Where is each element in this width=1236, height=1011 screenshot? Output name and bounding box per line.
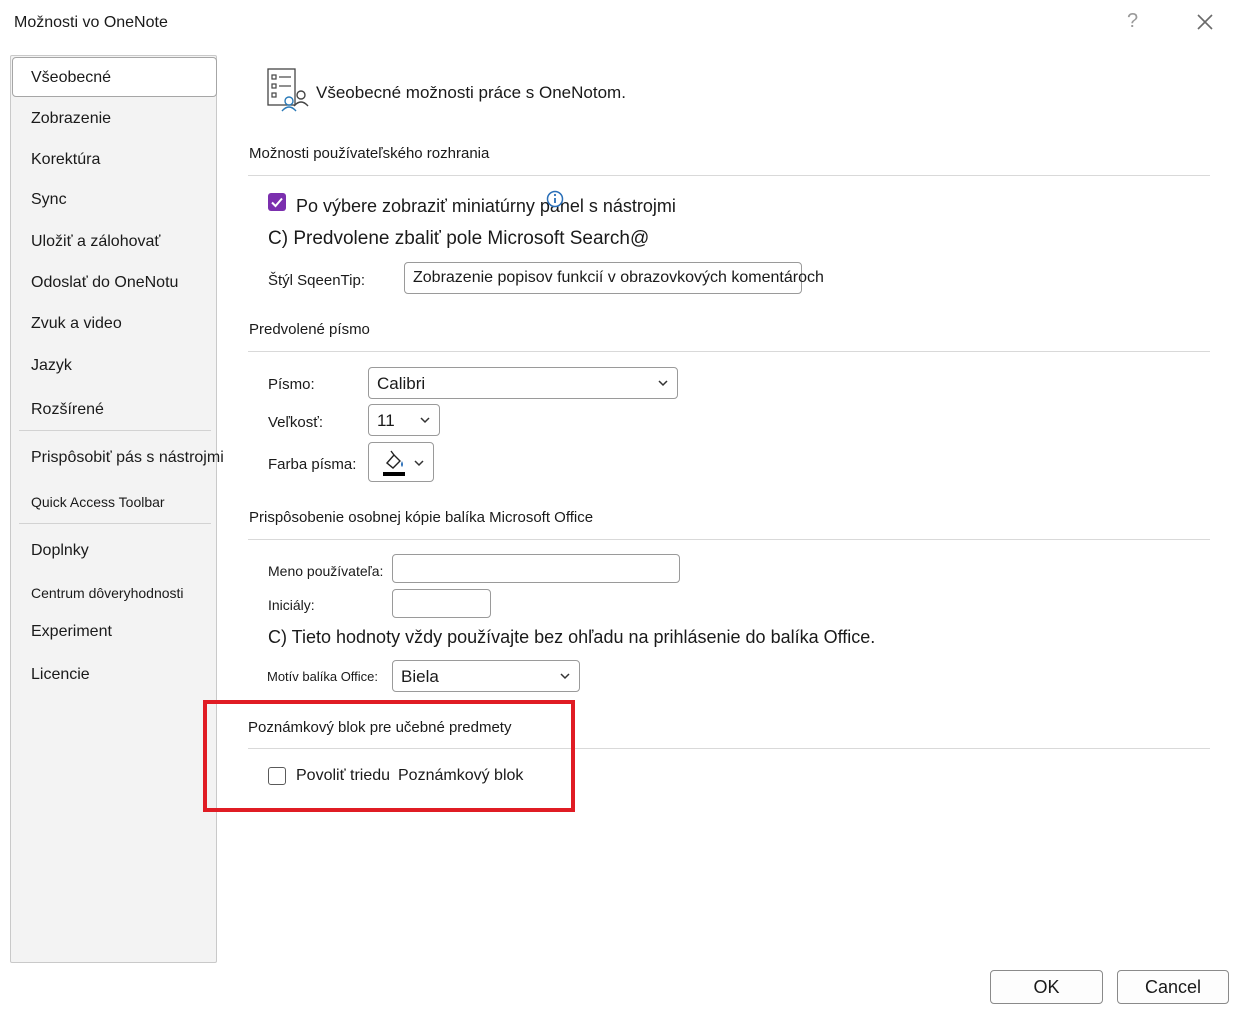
sidebar-item-jazyk[interactable]: Jazyk	[31, 357, 72, 375]
sidebar-item-licencie[interactable]: Licencie	[31, 666, 90, 684]
sidebar: Všeobecné Zobrazenie Korektúra Sync Ulož…	[10, 55, 224, 963]
font-select[interactable]: Calibri	[368, 367, 678, 399]
office-theme-label: Motív balíka Office:	[267, 669, 379, 684]
page-header: Všeobecné možnosti práce s OneNotom.	[316, 83, 626, 102]
office-theme-value: Biela	[401, 667, 439, 686]
sidebar-item-ribbon[interactable]: Prispôsobiť pás s nástrojmi	[31, 449, 224, 467]
chevron-down-icon	[658, 380, 668, 387]
ok-button[interactable]: OK	[990, 970, 1103, 1004]
chevron-down-icon	[420, 417, 430, 424]
close-icon	[1197, 14, 1213, 30]
font-color-icon	[383, 450, 405, 476]
section-rule	[248, 175, 1210, 176]
sidebar-item-rozsirene[interactable]: Rozšírené	[31, 401, 104, 419]
sidebar-item-zobrazenie[interactable]: Zobrazenie	[31, 110, 111, 128]
chevron-down-icon	[560, 673, 570, 680]
sidebar-item-korektura[interactable]: Korektúra	[31, 151, 100, 169]
section-title-ui-options: Možnosti používateľského rozhrania	[249, 145, 490, 162]
close-button[interactable]	[1193, 10, 1217, 34]
font-color-picker[interactable]	[368, 442, 434, 482]
office-theme-select[interactable]: Biela	[392, 660, 580, 692]
sidebar-separator	[19, 523, 211, 524]
always-use-values-option[interactable]: C) Tieto hodnoty vždy používajte bez ohľ…	[268, 627, 875, 648]
sidebar-item-doplnky[interactable]: Doplnky	[31, 542, 89, 560]
mini-toolbar-label[interactable]: Po výbere zobraziť miniatúrny panel s ná…	[296, 196, 676, 217]
section-rule	[248, 539, 1210, 540]
chevron-down-icon	[414, 460, 424, 467]
screentip-select[interactable]: Zobrazenie popisov funkcií v obrazovkový…	[404, 262, 824, 294]
highlight-box	[203, 700, 575, 812]
username-label: Meno používateľa:	[268, 563, 384, 579]
size-value: 11	[377, 411, 395, 430]
sidebar-item-vseobecne[interactable]: Všeobecné	[31, 69, 111, 87]
sidebar-item-sync[interactable]: Sync	[31, 191, 67, 209]
sidebar-separator	[19, 430, 211, 431]
sidebar-item-quick-access[interactable]: Quick Access Toolbar	[31, 494, 165, 510]
username-input[interactable]	[392, 554, 680, 583]
section-rule	[248, 351, 1210, 352]
cancel-button[interactable]: Cancel	[1117, 970, 1229, 1004]
initials-input[interactable]	[392, 589, 491, 618]
font-value: Calibri	[377, 374, 426, 393]
sidebar-item-experiment[interactable]: Experiment	[31, 623, 112, 641]
section-title-personalize: Prispôsobenie osobnej kópie balíka Micro…	[249, 509, 594, 526]
help-button[interactable]: ?	[1127, 10, 1138, 33]
sidebar-item-odoslat[interactable]: Odoslať do OneNotu	[31, 274, 178, 292]
dialog-title: Možnosti vo OneNote	[14, 14, 168, 31]
collapse-search-option[interactable]: C) Predvolene zbaliť pole Microsoft Sear…	[268, 228, 649, 250]
screentip-label: Štýl SqeenTip:	[268, 272, 365, 289]
screentip-value: Zobrazenie popisov funkcií v obrazovkový…	[413, 269, 824, 286]
sidebar-item-zvuk[interactable]: Zvuk a video	[31, 315, 122, 333]
initials-label: Iniciály:	[268, 597, 315, 613]
sidebar-item-ulozit[interactable]: Uložiť a zálohovať	[31, 233, 160, 251]
info-icon[interactable]	[546, 190, 564, 213]
font-color-label: Farba písma:	[268, 456, 357, 473]
sidebar-item-trust-center[interactable]: Centrum dôveryhodnosti	[31, 585, 184, 601]
checkmark-icon	[271, 197, 283, 208]
font-label: Písmo:	[268, 376, 315, 393]
size-select[interactable]: 11	[368, 404, 440, 436]
mini-toolbar-checkbox[interactable]	[268, 193, 286, 211]
general-options-icon	[264, 66, 310, 112]
size-label: Veľkosť:	[268, 414, 324, 431]
section-title-default-font: Predvolené písmo	[249, 321, 370, 338]
